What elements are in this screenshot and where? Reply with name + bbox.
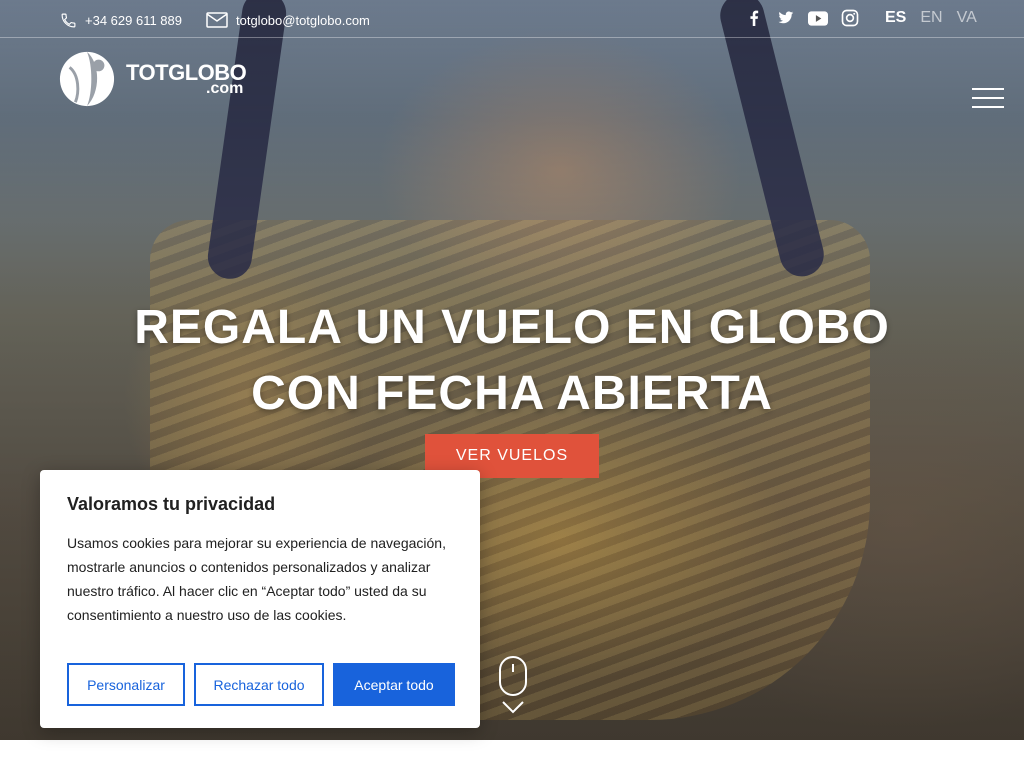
cookie-title: Valoramos tu privacidad: [67, 494, 276, 514]
twitter-icon[interactable]: [776, 8, 796, 28]
facebook-icon[interactable]: [744, 8, 764, 28]
hero-headline-line-2: CON FECHA ABIERTA: [251, 367, 773, 420]
email-address: totglobo@totglobo.com: [236, 12, 370, 28]
hero-headline-line-1: REGALA UN VUELO EN GLOBO: [134, 301, 890, 354]
lang-en[interactable]: EN: [920, 9, 942, 27]
mail-icon: [206, 12, 228, 28]
site-logo[interactable]: TOTGLOBO .com: [58, 50, 247, 108]
youtube-icon[interactable]: [808, 8, 828, 28]
balloon-logo-icon: [59, 51, 115, 107]
logo-text: TOTGLOBO .com: [126, 61, 247, 97]
email-link[interactable]: totglobo@totglobo.com: [206, 10, 370, 30]
lang-es[interactable]: ES: [885, 9, 906, 27]
accept-all-button[interactable]: Aceptar todo: [333, 663, 455, 706]
phone-number: +34 629 611 889: [85, 12, 182, 28]
phone-icon: [61, 13, 76, 27]
cookie-consent-dialog: Valoramos tu privacidad Usamos cookies p…: [40, 470, 480, 728]
phone-link[interactable]: +34 629 611 889: [60, 10, 182, 30]
logo-sub-text: .com: [206, 79, 244, 97]
language-switcher: ES EN VA: [885, 9, 977, 27]
reject-all-button[interactable]: Rechazar todo: [194, 663, 324, 706]
hero-headline: REGALA UN VUELO EN GLOBO CON FECHA ABIER…: [0, 295, 1024, 427]
social-links: [744, 8, 860, 28]
scroll-down-icon[interactable]: [498, 656, 528, 719]
cookie-buttons: Personalizar Rechazar todo Aceptar todo: [67, 663, 455, 706]
hamburger-menu-icon[interactable]: [972, 88, 1004, 108]
top-bar: +34 629 611 889 totglobo@totglobo.com ES…: [0, 0, 1024, 38]
lang-va[interactable]: VA: [957, 9, 977, 27]
customize-button[interactable]: Personalizar: [67, 663, 185, 706]
cookie-description: Usamos cookies para mejorar su experienc…: [67, 535, 446, 623]
instagram-icon[interactable]: [840, 8, 860, 28]
